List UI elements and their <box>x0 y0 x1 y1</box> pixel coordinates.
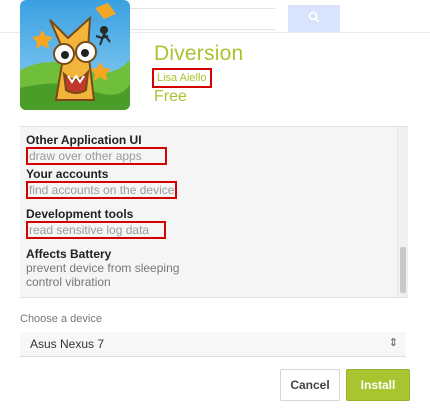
app-title: Diversion <box>154 42 244 65</box>
cancel-button[interactable]: Cancel <box>280 369 340 401</box>
device-select-value: Asus Nexus 7 <box>30 337 105 351</box>
permission-item: control vibration <box>26 275 111 289</box>
search-button[interactable] <box>288 5 340 32</box>
device-select[interactable]: Asus Nexus 7 ⇕ <box>20 332 406 357</box>
scrollbar-thumb[interactable] <box>400 247 406 293</box>
permission-heading: Affects Battery <box>26 247 112 261</box>
permissions-list[interactable]: Other Application UI draw over other app… <box>20 126 408 298</box>
permission-item: read sensitive log data <box>26 221 166 239</box>
permission-group: Affects Battery prevent device from slee… <box>26 247 179 289</box>
permission-heading: Your accounts <box>26 167 109 181</box>
permissions-scrollbar[interactable] <box>397 127 408 297</box>
search-icon <box>308 11 320 26</box>
permission-group: Your accounts find accounts on the devic… <box>26 167 178 199</box>
permission-heading: Other Application UI <box>26 133 142 147</box>
choose-device-label: Choose a device <box>20 313 102 325</box>
permission-item: prevent device from sleeping <box>26 261 180 275</box>
developer-name[interactable]: Lisa Aiello <box>152 68 212 88</box>
app-price: Free <box>154 88 187 105</box>
diversion-app-icon <box>20 0 130 110</box>
permission-heading: Development tools <box>26 207 134 221</box>
permission-item: find accounts on the device <box>26 181 178 199</box>
permission-group: Other Application UI draw over other app… <box>26 133 167 165</box>
select-arrows-icon: ⇕ <box>388 337 398 349</box>
permission-group: Development tools read sensitive log dat… <box>26 207 166 239</box>
install-button[interactable]: Install <box>346 369 410 401</box>
search-input[interactable] <box>118 8 275 30</box>
permission-item: draw over other apps <box>26 147 167 165</box>
